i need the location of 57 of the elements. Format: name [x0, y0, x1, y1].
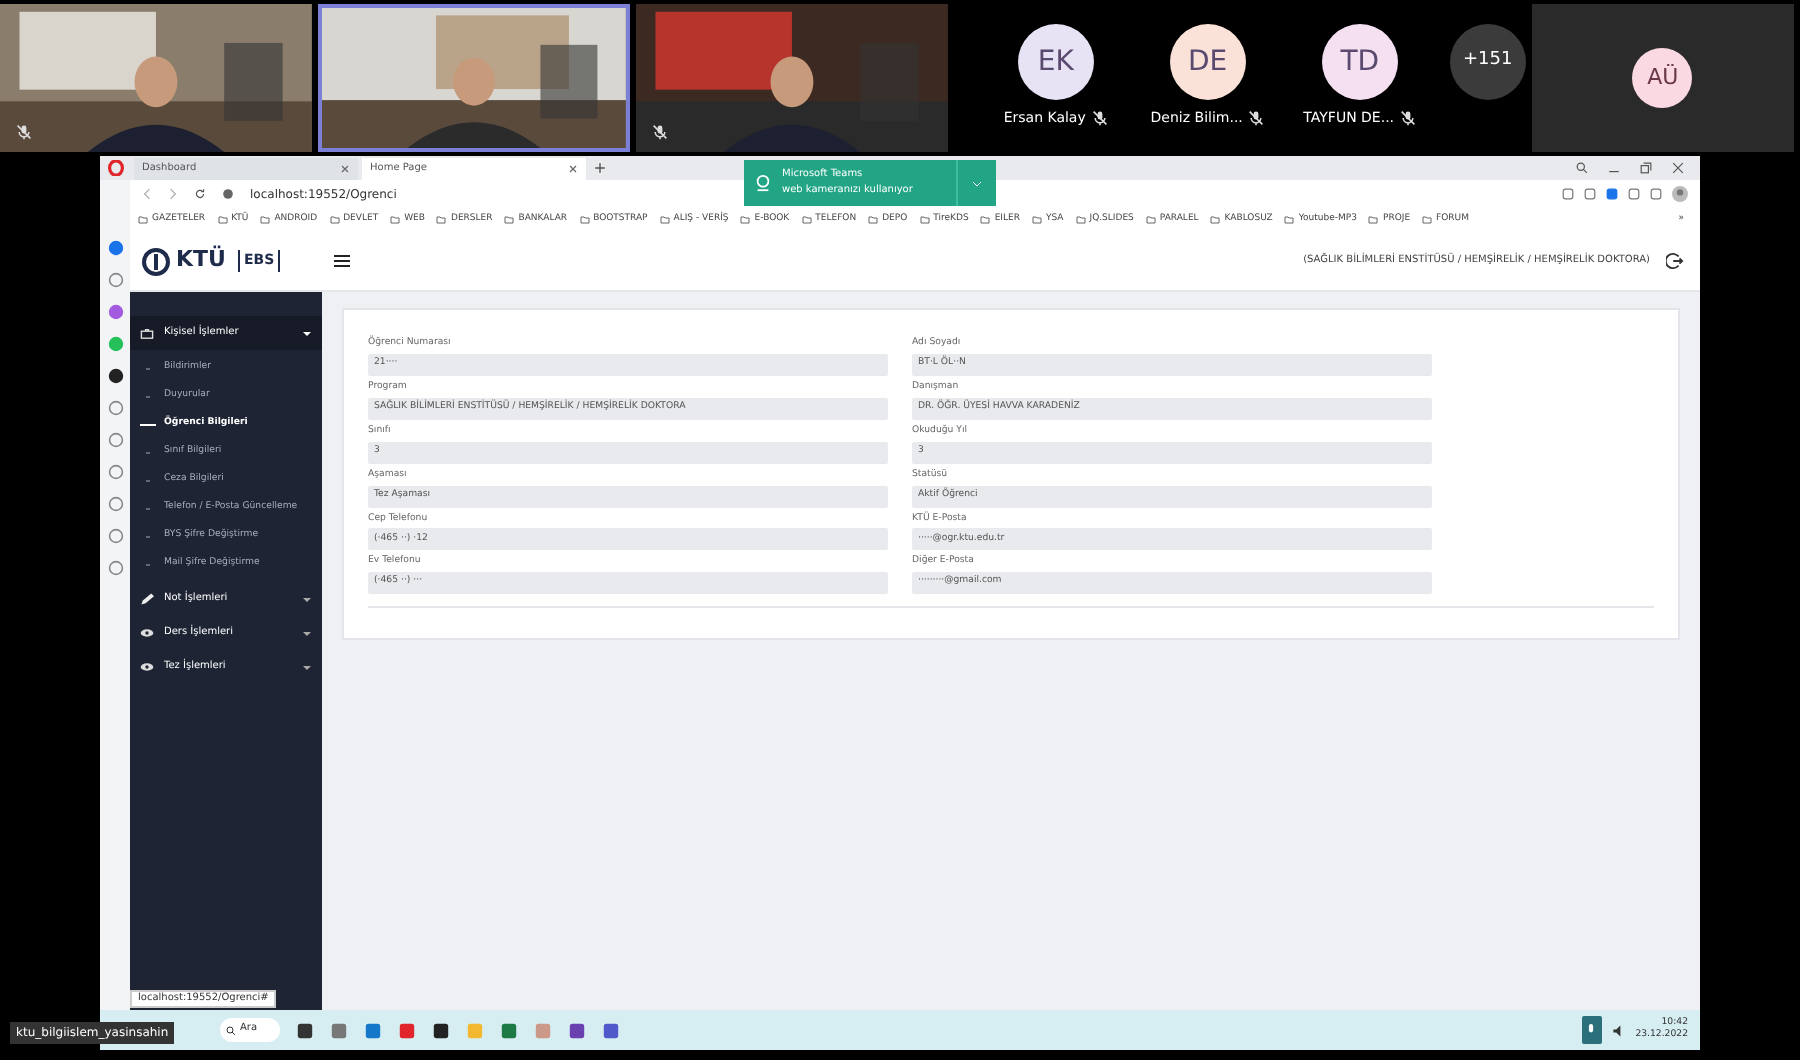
folder-icon [217, 216, 228, 224]
eye-icon [140, 662, 154, 672]
folder-icon [1210, 216, 1221, 224]
search-icon[interactable] [1576, 162, 1588, 174]
pencil-icon [140, 592, 154, 606]
folder-icon [868, 216, 879, 224]
folder-icon [1422, 216, 1433, 224]
folder-icon [919, 216, 930, 224]
folder-icon [980, 216, 991, 224]
folder-icon [579, 216, 590, 224]
reload-icon[interactable] [194, 188, 206, 200]
caret-icon [302, 595, 312, 603]
close-icon[interactable] [1672, 162, 1684, 174]
briefcase-icon [140, 327, 154, 339]
logo-text: KTÜ [176, 244, 226, 277]
avatar: AÜ [1632, 48, 1693, 108]
muted-mic-icon [651, 124, 668, 140]
profile-icon[interactable] [1672, 186, 1688, 202]
logo-icon [142, 247, 170, 275]
muted-mic-icon [1248, 110, 1265, 127]
chevron-icon[interactable] [972, 179, 982, 187]
folder-icon [1368, 216, 1379, 224]
folder-icon [1284, 216, 1295, 224]
menu-icon[interactable] [334, 254, 350, 268]
speaker-icon[interactable] [1611, 1023, 1626, 1037]
folder-icon [801, 216, 812, 224]
search-icon [226, 1025, 236, 1035]
folder-icon [1145, 216, 1156, 224]
avatar: TD [1321, 24, 1398, 100]
avatar: EK [1017, 24, 1094, 100]
close-icon[interactable] [340, 164, 350, 174]
folder-icon [1031, 216, 1042, 224]
restore-icon[interactable] [1640, 162, 1652, 174]
logout-icon[interactable] [1666, 252, 1684, 270]
new-tab-button[interactable] [594, 162, 606, 174]
muted-mic-icon [16, 124, 32, 140]
webcam-icon [754, 174, 772, 192]
folder-icon [390, 216, 401, 224]
folder-icon [436, 216, 447, 224]
folder-icon [138, 216, 148, 224]
folder-icon [260, 216, 271, 224]
folder-icon [1075, 216, 1086, 224]
caret-icon [302, 663, 312, 671]
folder-icon [504, 216, 515, 224]
eye-icon [140, 628, 154, 638]
muted-mic-icon [1091, 110, 1108, 127]
close-icon[interactable] [568, 164, 578, 174]
folder-icon [740, 216, 751, 224]
avatar: DE [1169, 24, 1246, 100]
overflow-count[interactable]: +151 [1449, 24, 1526, 100]
folder-icon [329, 216, 340, 224]
folder-icon [659, 216, 670, 224]
caret-icon [302, 329, 312, 337]
muted-mic-icon [1400, 110, 1417, 127]
microphone-icon [1586, 1023, 1597, 1037]
microphone-button[interactable] [1581, 1016, 1602, 1044]
caret-icon [302, 629, 312, 637]
